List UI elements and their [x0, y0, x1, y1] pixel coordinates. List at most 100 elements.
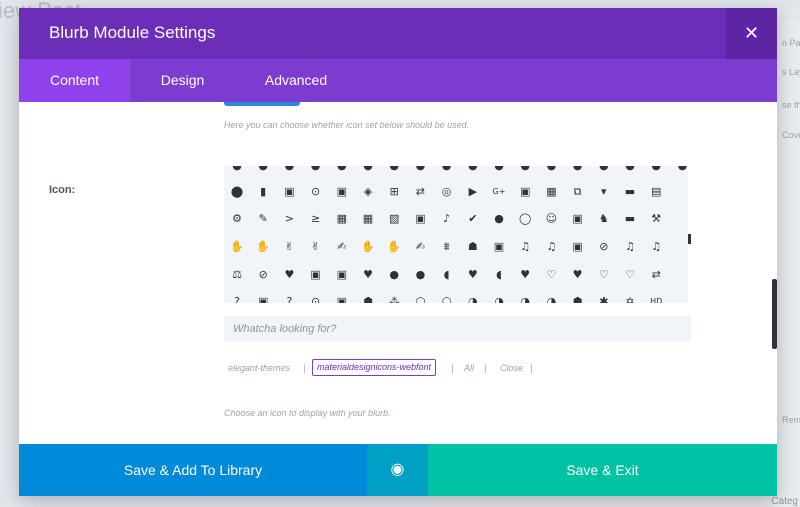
icon-option[interactable]: ☗ — [465, 239, 481, 255]
icon-option[interactable]: G+ — [491, 184, 507, 200]
icon-option[interactable]: ● — [674, 166, 688, 174]
icon-option[interactable]: ⇄ — [648, 267, 664, 283]
icon-option[interactable]: ♡ — [622, 267, 638, 283]
icon-option[interactable]: ● — [491, 211, 507, 227]
icon-option[interactable]: ◑ — [465, 294, 481, 303]
icon-option[interactable]: ▤ — [648, 184, 664, 200]
icon-set-all[interactable]: All — [464, 363, 474, 373]
icon-option[interactable]: ✌ — [281, 239, 297, 255]
icon-option[interactable]: ♥ — [465, 267, 481, 283]
icon-option[interactable]: ♡ — [543, 267, 559, 283]
icon-option[interactable]: ? — [229, 294, 245, 303]
icon-search-input[interactable] — [224, 316, 691, 342]
icon-option[interactable]: ▣ — [334, 267, 350, 283]
icon-option[interactable]: ● — [255, 166, 271, 174]
use-icon-toggle[interactable] — [224, 102, 300, 106]
icon-option[interactable]: ▣ — [570, 211, 586, 227]
icon-option[interactable]: ▣ — [570, 239, 586, 255]
icon-option[interactable]: ⩩ — [439, 239, 455, 255]
icon-option[interactable]: ⬤ — [229, 184, 245, 200]
icon-option[interactable]: ▦ — [360, 211, 376, 227]
icon-option[interactable]: ⬢ — [360, 294, 376, 303]
icon-option[interactable]: ● — [360, 166, 376, 174]
icon-option[interactable]: ✋ — [229, 239, 245, 255]
icon-option[interactable]: ⬡ — [412, 294, 428, 303]
icon-option[interactable]: ● — [465, 166, 481, 174]
icon-option[interactable]: ◖ — [491, 267, 507, 283]
icon-option[interactable]: ◈ — [360, 184, 376, 200]
tab-advanced[interactable]: Advanced — [235, 59, 357, 102]
icon-option[interactable]: ▾ — [596, 184, 612, 200]
icon-option[interactable]: ◎ — [439, 184, 455, 200]
icon-option[interactable]: ▧ — [386, 211, 402, 227]
icon-option[interactable]: ▣ — [308, 267, 324, 283]
icon-option[interactable]: ● — [334, 166, 350, 174]
save-to-library-button[interactable]: Save & Add To Library — [19, 444, 367, 496]
preview-button[interactable]: ◉ — [367, 444, 428, 496]
icon-option[interactable]: ⚖ — [229, 267, 245, 283]
icon-option[interactable]: ✋ — [360, 239, 376, 255]
icon-option[interactable]: HD — [648, 294, 664, 303]
icon-grid-scrollbar[interactable] — [688, 234, 691, 244]
icon-option[interactable]: ● — [412, 166, 428, 174]
save-exit-button[interactable]: Save & Exit — [428, 444, 777, 496]
icon-option[interactable]: ⊘ — [596, 239, 612, 255]
icon-option[interactable]: ● — [648, 166, 664, 174]
icon-option[interactable]: ♥ — [281, 267, 297, 283]
tab-content[interactable]: Content — [19, 59, 130, 102]
icon-option[interactable]: ◯ — [517, 211, 533, 227]
icon-option[interactable]: ✋ — [255, 239, 271, 255]
icon-option[interactable]: ✍ — [412, 239, 428, 255]
icon-option[interactable]: ⬢ — [570, 294, 586, 303]
icon-option[interactable]: ♫ — [648, 239, 664, 255]
icon-option[interactable]: ▣ — [334, 294, 350, 303]
icon-option[interactable]: ✍ — [334, 239, 350, 255]
icon-option[interactable]: ✋ — [386, 239, 402, 255]
icon-option[interactable]: ⚙ — [229, 211, 245, 227]
icon-option[interactable]: ◑ — [491, 294, 507, 303]
icon-option[interactable]: ● — [622, 166, 638, 174]
icon-option[interactable]: ♥ — [570, 267, 586, 283]
icon-option[interactable]: ● — [439, 166, 455, 174]
icon-option[interactable]: ☺ — [543, 211, 559, 227]
icon-option[interactable]: ▣ — [491, 239, 507, 255]
icon-option[interactable]: ⊙ — [308, 184, 324, 200]
icon-option[interactable]: ⇄ — [412, 184, 428, 200]
icon-option[interactable]: ♪ — [439, 211, 455, 227]
icon-option[interactable]: ● — [412, 267, 428, 283]
icon-option[interactable]: ⚒ — [648, 211, 664, 227]
icon-set-close[interactable]: Close — [500, 363, 523, 373]
close-button[interactable]: ✕ — [726, 8, 777, 59]
icon-option[interactable]: ♡ — [596, 267, 612, 283]
icon-option[interactable]: ▣ — [255, 294, 271, 303]
icon-option[interactable]: > — [281, 211, 297, 227]
icon-option[interactable]: ▣ — [517, 184, 533, 200]
icon-option[interactable]: ▬ — [622, 211, 638, 227]
icon-option[interactable]: ● — [570, 166, 586, 174]
icon-option[interactable]: ● — [308, 166, 324, 174]
icon-option[interactable]: ♥ — [360, 267, 376, 283]
icon-option[interactable]: ◑ — [517, 294, 533, 303]
icon-option[interactable]: ▮ — [255, 184, 271, 200]
icon-option[interactable]: ● — [386, 166, 402, 174]
icon-option[interactable]: ✔ — [465, 211, 481, 227]
icon-option[interactable]: ● — [386, 267, 402, 283]
icon-option[interactable]: ● — [229, 166, 245, 174]
icon-option[interactable]: ● — [281, 166, 297, 174]
tab-design[interactable]: Design — [130, 59, 235, 102]
icon-option[interactable]: ✱ — [596, 294, 612, 303]
icon-option[interactable]: ▬ — [622, 184, 638, 200]
icon-option[interactable]: ▶ — [465, 184, 481, 200]
icon-option[interactable]: ⬡ — [439, 294, 455, 303]
icon-option[interactable]: ▦ — [334, 211, 350, 227]
icon-option[interactable]: ? — [281, 294, 297, 303]
icon-option[interactable]: ♞ — [596, 211, 612, 227]
icon-option[interactable]: ▦ — [543, 184, 559, 200]
icon-set-elegant-themes[interactable]: elegant-themes — [228, 363, 290, 373]
icon-option[interactable]: ♫ — [622, 239, 638, 255]
icon-option[interactable]: ⧉ — [570, 184, 586, 200]
icon-option[interactable]: ⁂ — [386, 294, 402, 303]
icon-option[interactable]: ● — [543, 166, 559, 174]
icon-option[interactable]: ✎ — [255, 211, 271, 227]
icon-option[interactable]: ● — [596, 166, 612, 174]
